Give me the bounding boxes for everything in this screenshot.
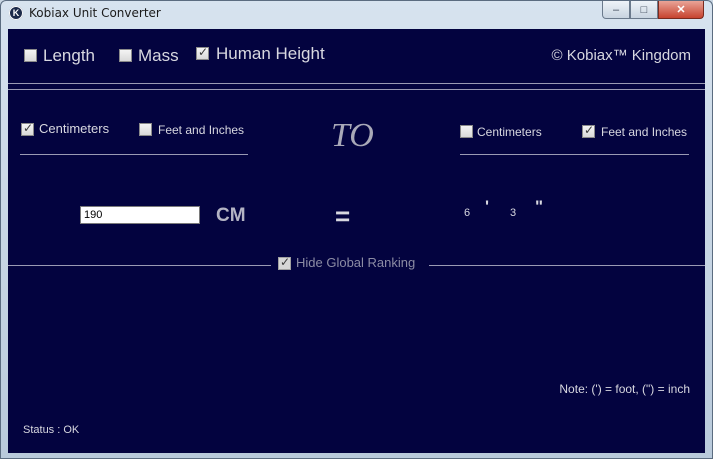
from-units-divider xyxy=(20,154,248,155)
close-button[interactable]: ✕ xyxy=(658,1,704,19)
result-feet: 6 xyxy=(464,207,471,219)
inches-mark: " xyxy=(535,197,544,216)
minimize-button[interactable]: – xyxy=(602,1,630,19)
equals-sign: = xyxy=(335,201,351,231)
to-feet-inches-label[interactable]: Feet and Inches xyxy=(601,125,687,139)
result-inches: 3 xyxy=(510,207,517,219)
hide-ranking-checkbox[interactable] xyxy=(278,255,291,270)
to-label: TO xyxy=(331,117,374,154)
length-checkbox[interactable] xyxy=(24,49,37,62)
converter-panel: Length Mass Human Height © Kobiax™ Kingd… xyxy=(8,29,705,453)
app-logo-icon: K xyxy=(9,6,23,20)
from-centimeters-checkbox[interactable] xyxy=(21,121,34,136)
to-feet-inches-checkbox[interactable] xyxy=(582,123,595,138)
from-centimeters-label[interactable]: Centimeters xyxy=(39,121,109,136)
window-controls: – □ ✕ xyxy=(602,1,704,19)
app-window: K Kobiax Unit Converter – □ ✕ Length Mas… xyxy=(0,0,713,459)
status-label: Status : OK xyxy=(23,424,80,436)
divider-top-1 xyxy=(8,83,705,84)
note-label: Note: (') = foot, (") = inch xyxy=(559,382,690,396)
human-height-checkbox[interactable] xyxy=(196,45,209,60)
title-bar[interactable]: K Kobiax Unit Converter – □ ✕ xyxy=(1,1,712,28)
maximize-button[interactable]: □ xyxy=(630,1,658,19)
human-height-label[interactable]: Human Height xyxy=(216,44,325,64)
to-centimeters-checkbox[interactable] xyxy=(460,125,473,138)
ranking-divider-left xyxy=(8,265,271,266)
mass-checkbox[interactable] xyxy=(119,49,132,62)
from-feet-inches-label[interactable]: Feet and Inches xyxy=(158,123,244,137)
length-label[interactable]: Length xyxy=(43,46,95,66)
feet-mark: ' xyxy=(485,197,490,216)
to-units-divider xyxy=(460,154,689,155)
window-title: Kobiax Unit Converter xyxy=(29,6,161,20)
divider-top-2 xyxy=(8,89,705,90)
mass-label[interactable]: Mass xyxy=(138,46,179,66)
value-input[interactable] xyxy=(80,206,200,224)
ranking-divider-right xyxy=(429,265,705,266)
brand-label: © Kobiax™ Kingdom xyxy=(551,47,691,64)
hide-ranking-label[interactable]: Hide Global Ranking xyxy=(296,255,415,270)
input-unit-label: CM xyxy=(216,205,246,226)
from-feet-inches-checkbox[interactable] xyxy=(139,123,152,136)
to-centimeters-label[interactable]: Centimeters xyxy=(477,125,542,139)
